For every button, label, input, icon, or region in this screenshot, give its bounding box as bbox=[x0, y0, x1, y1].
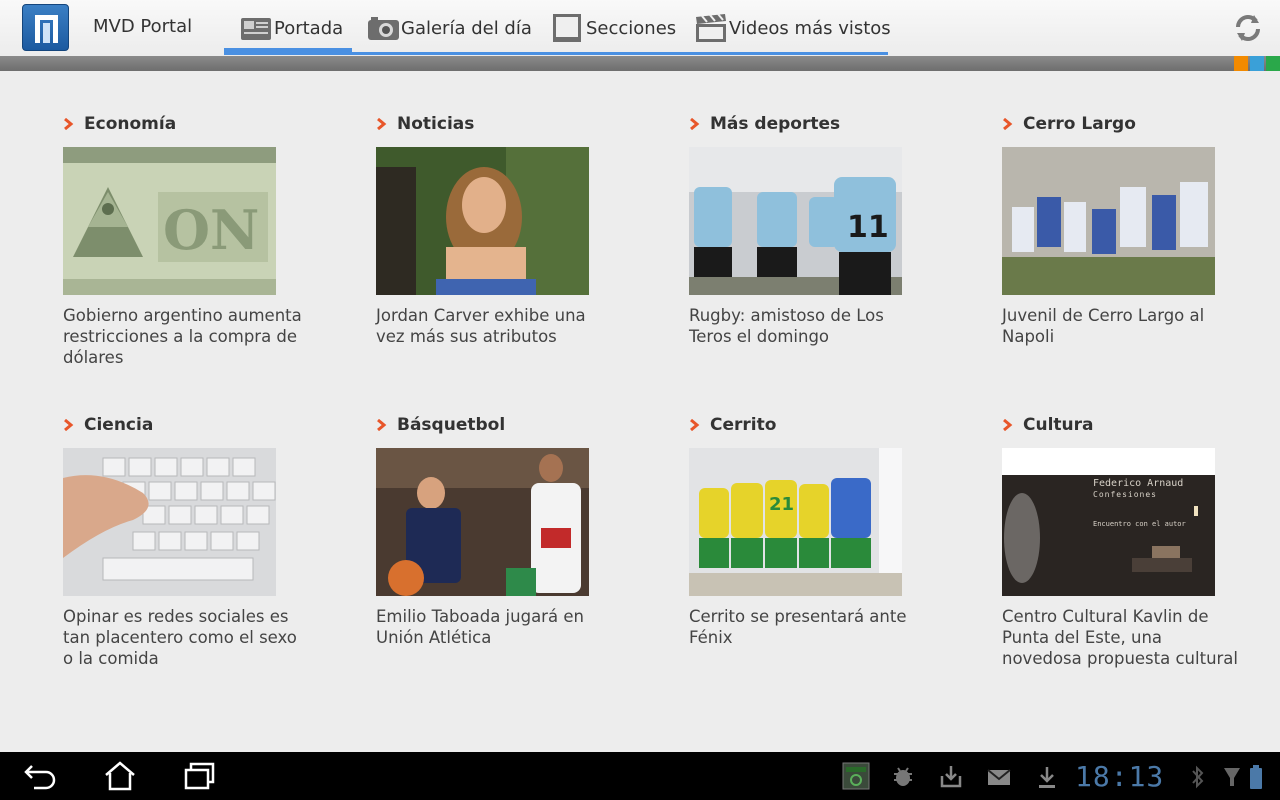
poster-title: Confesiones bbox=[1093, 490, 1157, 499]
section-title: Ciencia bbox=[84, 415, 154, 435]
section-title: Noticias bbox=[397, 114, 475, 134]
download-box-icon[interactable] bbox=[938, 764, 964, 790]
battery-icon bbox=[1248, 764, 1264, 790]
section-title: Más deportes bbox=[710, 114, 841, 134]
tab-secciones[interactable]: Secciones bbox=[552, 0, 676, 56]
headline: Cerrito se presentará ante Fénix bbox=[689, 607, 907, 647]
headline: Jordan Carver exhibe una vez más sus atr… bbox=[376, 306, 586, 346]
active-tab-indicator bbox=[224, 48, 352, 55]
chevron-right-icon bbox=[1003, 118, 1013, 130]
tab-videos-label: Videos más vistos bbox=[729, 17, 891, 39]
content-grid: Economía ON Gobierno argentino aumenta r… bbox=[0, 71, 1280, 752]
headline: Opinar es redes sociales es tan placente… bbox=[63, 607, 297, 668]
bluetooth-icon bbox=[1190, 764, 1206, 790]
screenshot-icon[interactable] bbox=[842, 762, 870, 790]
woman-portrait-image bbox=[376, 147, 589, 295]
poster-author: Federico Arnaud bbox=[1093, 478, 1184, 489]
divider-bar bbox=[0, 56, 1280, 71]
headline: Rugby: amistoso de Los Teros el domingo bbox=[689, 306, 884, 346]
headline: Emilio Taboada jugará en Unión Atlética bbox=[376, 607, 584, 647]
clock[interactable]: 18:13 bbox=[1075, 760, 1164, 793]
news-card-basquetbol[interactable]: Básquetbol Emilio Taboada jugará en Unió… bbox=[376, 414, 616, 648]
color-square-orange bbox=[1234, 56, 1248, 71]
football-celebration-image bbox=[1002, 147, 1215, 295]
headline: Centro Cultural Kavlin de Punta del Este… bbox=[1002, 607, 1239, 668]
camera-icon bbox=[367, 13, 401, 43]
chevron-right-icon bbox=[64, 419, 74, 431]
section-title: Cultura bbox=[1023, 415, 1094, 435]
news-card-mas-deportes[interactable]: Más deportes 11 Rugby: amistoso de Los T… bbox=[689, 113, 929, 347]
newspaper-icon bbox=[240, 13, 274, 43]
headline: Juvenil de Cerro Largo al Napoli bbox=[1002, 306, 1205, 346]
chevron-right-icon bbox=[690, 118, 700, 130]
color-square-blue bbox=[1250, 56, 1264, 71]
section-title: Básquetbol bbox=[397, 415, 506, 435]
news-card-noticias[interactable]: Noticias Jordan Carver exhibe una vez má… bbox=[376, 113, 616, 347]
rugby-players-image: 11 bbox=[689, 147, 902, 295]
usb-debug-icon[interactable] bbox=[890, 764, 916, 790]
svg-text:11: 11 bbox=[847, 210, 889, 245]
poster-subtitle: Encuentro con el autor bbox=[1093, 520, 1186, 528]
tab-galeria[interactable]: Galería del día bbox=[367, 0, 532, 56]
exhibition-poster-image: Federico Arnaud Confesiones Encuentro co… bbox=[1002, 448, 1215, 596]
color-square-green bbox=[1266, 56, 1280, 71]
team-huddle-image: 21 bbox=[689, 448, 902, 596]
dollar-bill-image: ON bbox=[63, 147, 276, 295]
section-title: Cerrito bbox=[710, 415, 777, 435]
chevron-right-icon bbox=[377, 118, 387, 130]
recent-apps-icon[interactable] bbox=[180, 760, 220, 792]
tab-videos[interactable]: Videos más vistos bbox=[695, 0, 891, 56]
news-card-cultura[interactable]: Cultura Federico Arnaud Confesiones Encu… bbox=[1002, 414, 1242, 669]
chevron-right-icon bbox=[690, 419, 700, 431]
tab-galeria-label: Galería del día bbox=[401, 17, 532, 39]
sections-icon bbox=[552, 13, 586, 43]
tab-portada-label: Portada bbox=[274, 17, 344, 39]
basketball-players-image bbox=[376, 448, 589, 596]
svg-text:21: 21 bbox=[769, 494, 794, 515]
chevron-right-icon bbox=[1003, 419, 1013, 431]
clapperboard-icon bbox=[695, 13, 729, 43]
chevron-right-icon bbox=[377, 419, 387, 431]
system-bar: 18:13 bbox=[0, 752, 1280, 800]
action-bar: MVD Portal Portada Galería del día Secci… bbox=[0, 0, 1280, 56]
keyboard-hand-image bbox=[63, 448, 276, 596]
headline: Gobierno argentino aumenta restricciones… bbox=[63, 306, 302, 367]
mail-icon[interactable] bbox=[986, 764, 1012, 790]
news-card-cerro-largo[interactable]: Cerro Largo Juvenil de Cerro Largo al Na… bbox=[1002, 113, 1242, 347]
home-icon[interactable] bbox=[100, 760, 140, 792]
news-card-economia[interactable]: Economía ON Gobierno argentino aumenta r… bbox=[63, 113, 303, 368]
section-title: Economía bbox=[84, 114, 177, 134]
svg-text:ON: ON bbox=[163, 198, 259, 262]
download-icon[interactable] bbox=[1034, 764, 1060, 790]
mvd-portal-logo-icon[interactable] bbox=[22, 4, 69, 51]
signal-icon bbox=[1222, 764, 1242, 790]
refresh-icon[interactable] bbox=[1232, 12, 1264, 44]
back-icon[interactable] bbox=[20, 760, 60, 792]
chevron-right-icon bbox=[64, 118, 74, 130]
app-title: MVD Portal bbox=[93, 16, 193, 37]
news-card-cerrito[interactable]: Cerrito 21 Cerrito se presentará ante Fé… bbox=[689, 414, 929, 648]
news-card-ciencia[interactable]: Ciencia Opinar es redes sociales es tan … bbox=[63, 414, 303, 669]
tab-secciones-label: Secciones bbox=[586, 17, 677, 39]
section-title: Cerro Largo bbox=[1023, 114, 1136, 134]
